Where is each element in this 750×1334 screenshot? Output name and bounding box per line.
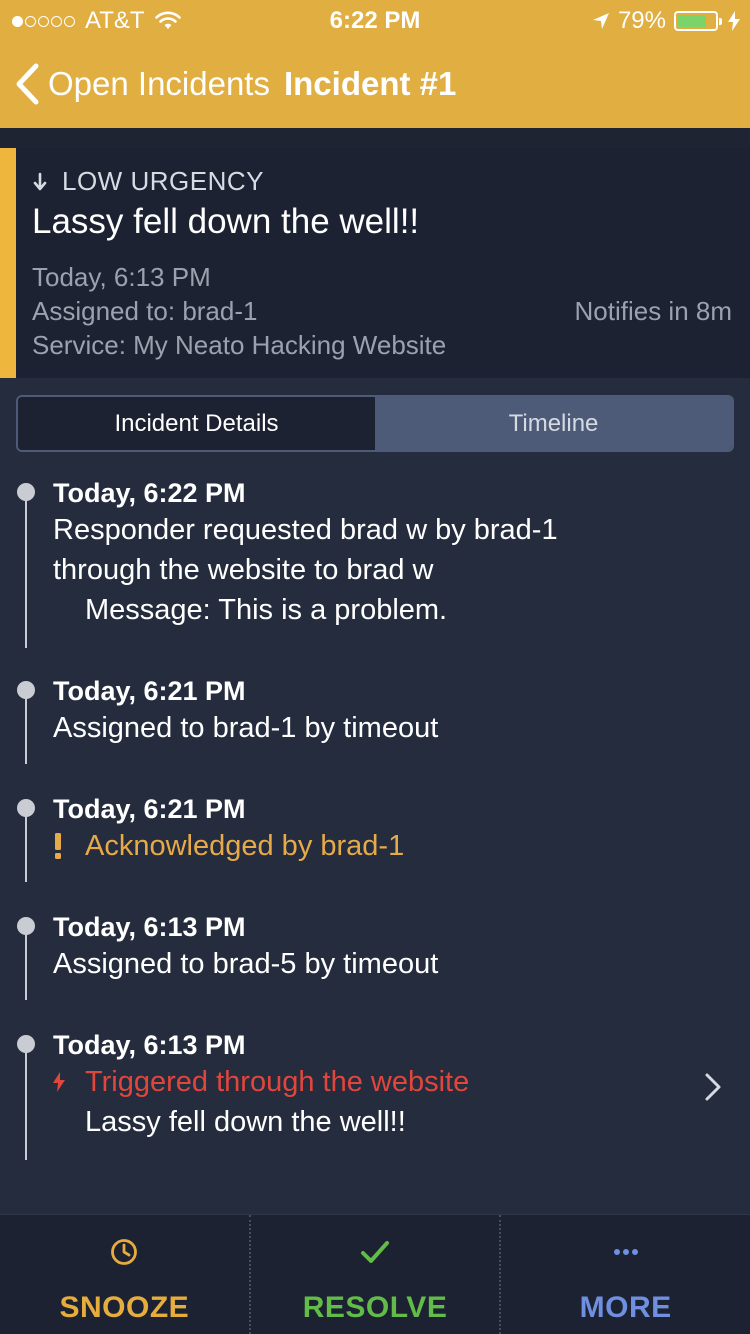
charging-bolt-icon bbox=[728, 11, 740, 31]
lightning-bolt-icon bbox=[53, 1072, 85, 1092]
timeline-line bbox=[25, 688, 27, 764]
timeline-text: through the website to brad w bbox=[53, 554, 434, 586]
incident-title: Lassy fell down the well!! bbox=[32, 202, 420, 241]
timeline-line bbox=[25, 1042, 27, 1160]
more-button[interactable]: MORE bbox=[499, 1215, 750, 1334]
chevron-right-icon[interactable] bbox=[704, 1072, 722, 1102]
incident-time: Today, 6:13 PM bbox=[32, 262, 211, 292]
timeline-entry: Today, 6:21 PM Assigned to brad-1 by tim… bbox=[0, 668, 750, 786]
timeline-timestamp: Today, 6:21 PM bbox=[53, 676, 246, 706]
timeline-entry-triggered[interactable]: Today, 6:13 PM Triggered through the web… bbox=[0, 1022, 750, 1162]
arrow-down-icon bbox=[33, 172, 47, 190]
timeline-message: Message: This is a problem. bbox=[85, 594, 448, 626]
status-bar: AT&T 6:22 PM 79% bbox=[0, 0, 750, 40]
tab-incident-details[interactable]: Incident Details bbox=[18, 397, 375, 450]
back-label: Open Incidents bbox=[48, 65, 270, 102]
timeline-list: Today, 6:22 PM Responder requested brad … bbox=[0, 470, 750, 1162]
timeline-timestamp: Today, 6:21 PM bbox=[53, 794, 246, 824]
timeline-line bbox=[25, 490, 27, 648]
urgency-text: LOW URGENCY bbox=[62, 166, 264, 196]
page-title: Incident #1 bbox=[283, 65, 457, 102]
tab-timeline[interactable]: Timeline bbox=[375, 397, 732, 450]
more-dots-icon bbox=[613, 1249, 638, 1255]
triggered-event: Triggered through the website bbox=[53, 1062, 750, 1102]
back-button[interactable]: Open Incidents bbox=[14, 54, 270, 114]
chevron-left-icon bbox=[16, 63, 39, 105]
timeline-line bbox=[25, 806, 27, 882]
timeline-timestamp: Today, 6:13 PM bbox=[53, 912, 246, 942]
location-arrow-icon bbox=[592, 13, 609, 29]
resolve-button[interactable]: RESOLVE bbox=[248, 1215, 500, 1334]
view-segmented-control: Incident Details Timeline bbox=[16, 395, 734, 452]
incident-assignee: Assigned to: brad-1 bbox=[32, 296, 258, 326]
timeline-timestamp: Today, 6:13 PM bbox=[53, 1030, 246, 1060]
acknowledged-event: Acknowledged by brad-1 bbox=[53, 826, 750, 866]
timeline-detail: Lassy fell down the well!! bbox=[85, 1106, 406, 1138]
incident-service: Service: My Neato Hacking Website bbox=[32, 330, 447, 360]
exclamation-icon bbox=[53, 833, 85, 859]
resolve-label: RESOLVE bbox=[302, 1291, 448, 1324]
timeline-text: Triggered through the website bbox=[85, 1066, 470, 1098]
battery-percent: 79% bbox=[617, 7, 666, 34]
navigation-bar: Open Incidents Incident #1 bbox=[0, 40, 750, 128]
snooze-button[interactable]: SNOOZE bbox=[0, 1215, 249, 1334]
snooze-label: SNOOZE bbox=[59, 1291, 190, 1324]
timeline-entry: Today, 6:13 PM Assigned to brad-5 by tim… bbox=[0, 904, 750, 1022]
more-label: MORE bbox=[579, 1291, 672, 1324]
incident-summary-card: LOW URGENCY Lassy fell down the well!! T… bbox=[0, 148, 750, 378]
urgency-accent-bar bbox=[0, 148, 16, 378]
battery-icon bbox=[674, 11, 722, 31]
timeline-entry: Today, 6:22 PM Responder requested brad … bbox=[0, 470, 750, 668]
urgency-label: LOW URGENCY bbox=[32, 166, 264, 197]
checkmark-icon bbox=[361, 1241, 389, 1263]
timeline-text: Assigned to brad-1 by timeout bbox=[53, 712, 439, 744]
timeline-text: Acknowledged by brad-1 bbox=[85, 830, 405, 862]
header-divider bbox=[0, 128, 750, 148]
timeline-timestamp: Today, 6:22 PM bbox=[53, 478, 246, 508]
clock-icon bbox=[111, 1239, 138, 1265]
notifies-countdown: Notifies in 8m bbox=[574, 296, 733, 326]
timeline-entry: Today, 6:21 PM Acknowledged by brad-1 bbox=[0, 786, 750, 904]
timeline-text: Responder requested brad w by brad-1 bbox=[53, 514, 558, 546]
timeline-text: Assigned to brad-5 by timeout bbox=[53, 948, 439, 980]
timeline-line bbox=[25, 924, 27, 1000]
action-toolbar: SNOOZE RESOLVE MORE bbox=[0, 1214, 750, 1334]
